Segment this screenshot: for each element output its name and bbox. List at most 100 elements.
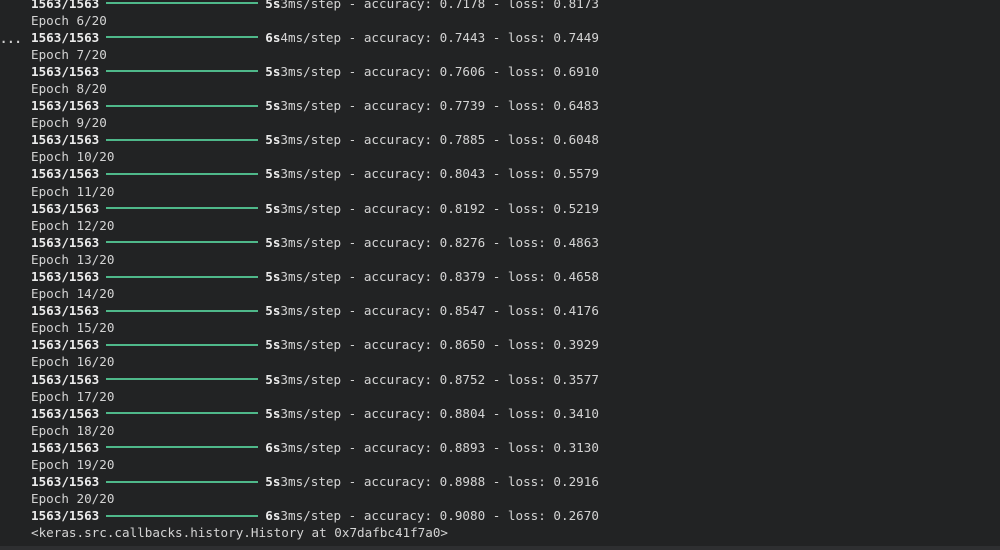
epoch-label: Epoch 7/20 — [31, 46, 107, 62]
accuracy-value: 0.7178 — [439, 0, 486, 11]
step-count: 1563/1563 — [31, 234, 100, 250]
time-per-step: 3ms/step — [280, 98, 342, 114]
epoch-header: Epoch 10/20 — [31, 148, 599, 165]
loss-label: loss: — [507, 29, 554, 45]
loss-value: 0.6910 — [553, 63, 599, 79]
time-per-step: 3ms/step — [280, 337, 342, 353]
separator: - — [485, 269, 508, 284]
progress-line: 1563/1563 5s 3ms/step - accuracy: 0.8276 … — [31, 234, 599, 251]
progress-line: 1563/1563 5s 3ms/step - accuracy: 0.8547 … — [31, 302, 599, 319]
loss-label: loss: — [507, 474, 554, 490]
epoch-label: Epoch 17/20 — [31, 388, 115, 404]
epoch-label: Epoch 11/20 — [31, 183, 115, 199]
epoch-time: 5s — [265, 405, 281, 421]
accuracy-value: 0.8804 — [439, 405, 486, 421]
accuracy-label: accuracy: — [363, 303, 440, 319]
progress-bar — [106, 138, 259, 141]
epoch-header: Epoch 8/20 — [31, 80, 599, 97]
time-per-step: 3ms/step — [280, 200, 342, 216]
separator: - — [485, 0, 508, 11]
time-per-step: 3ms/step — [280, 405, 342, 421]
accuracy-value: 0.8893 — [439, 439, 486, 455]
progress-line: 1563/1563 5s 3ms/step - accuracy: 0.8379 … — [31, 268, 599, 285]
time-per-step: 3ms/step — [280, 508, 342, 524]
separator: - — [485, 337, 508, 353]
time-per-step: 3ms/step — [280, 63, 342, 79]
epoch-time: 5s — [265, 63, 281, 79]
accuracy-label: accuracy: — [363, 98, 440, 114]
accuracy-value: 0.8752 — [439, 371, 486, 387]
step-count: 1563/1563 — [31, 98, 100, 114]
epoch-header: Epoch 12/20 — [31, 217, 599, 234]
separator: - — [485, 405, 508, 421]
separator: - — [341, 439, 364, 455]
accuracy-label: accuracy: — [363, 166, 440, 182]
accuracy-label: accuracy: — [363, 234, 440, 250]
epoch-label: Epoch 14/20 — [31, 286, 115, 302]
loss-value: 0.7449 — [553, 29, 599, 45]
separator: - — [485, 303, 508, 319]
accuracy-value: 0.8547 — [439, 303, 486, 319]
loss-label: loss: — [507, 132, 554, 148]
separator: - — [341, 166, 364, 182]
separator: - — [341, 234, 364, 250]
loss-value: 0.4863 — [553, 234, 599, 250]
epoch-label: Epoch 20/20 — [31, 491, 115, 507]
loss-label: loss: — [507, 200, 554, 216]
loss-label: loss: — [507, 371, 554, 387]
time-per-step: 3ms/step — [280, 439, 342, 455]
epoch-label: Epoch 9/20 — [31, 115, 107, 131]
output-menu-button[interactable]: ... — [0, 31, 22, 48]
separator: - — [485, 98, 508, 114]
epoch-time: 6s — [265, 508, 281, 524]
step-count: 1563/1563 — [31, 63, 100, 79]
progress-bar — [106, 104, 259, 107]
accuracy-label: accuracy: — [363, 337, 440, 353]
progress-line: 1563/1563 5s 3ms/step - accuracy: 0.7885 … — [31, 131, 599, 148]
epoch-label: Epoch 18/20 — [31, 422, 115, 438]
progress-bar — [106, 309, 259, 312]
separator: - — [341, 98, 364, 114]
time-per-step: 3ms/step — [280, 166, 342, 182]
accuracy-label: accuracy: — [363, 29, 440, 45]
loss-value: 0.5219 — [553, 200, 599, 216]
step-count: 1563/1563 — [31, 474, 100, 490]
accuracy-value: 0.8379 — [439, 269, 486, 284]
accuracy-label: accuracy: — [363, 405, 440, 421]
accuracy-value: 0.8650 — [439, 337, 486, 353]
progress-line: 1563/1563 6s 4ms/step - accuracy: 0.7443 … — [31, 29, 599, 46]
accuracy-label: accuracy: — [363, 132, 440, 148]
step-count: 1563/1563 — [31, 132, 100, 148]
epoch-time: 5s — [265, 337, 281, 353]
progress-bar — [106, 70, 259, 73]
loss-value: 0.3410 — [553, 405, 599, 421]
epoch-time: 5s — [265, 200, 281, 216]
epoch-time: 5s — [265, 303, 281, 319]
progress-bar — [106, 172, 259, 175]
loss-value: 0.3577 — [553, 371, 599, 387]
progress-line: 1563/1563 5s 3ms/step - accuracy: 0.8192 … — [31, 200, 599, 217]
loss-value: 0.4658 — [553, 269, 599, 284]
epoch-time: 5s — [265, 132, 281, 148]
epoch-header: Epoch 19/20 — [31, 456, 599, 473]
time-per-step: 3ms/step — [280, 269, 342, 284]
progress-bar — [106, 378, 259, 381]
separator: - — [341, 269, 364, 284]
separator: - — [341, 508, 364, 524]
step-count: 1563/1563 — [31, 269, 100, 284]
epoch-time: 5s — [265, 98, 281, 114]
accuracy-value: 0.8988 — [439, 474, 486, 490]
accuracy-value: 0.8276 — [439, 234, 486, 250]
step-count: 1563/1563 — [31, 337, 100, 353]
separator: - — [341, 303, 364, 319]
accuracy-value: 0.8043 — [439, 166, 486, 182]
progress-bar — [106, 241, 259, 244]
step-count: 1563/1563 — [31, 508, 100, 524]
separator: - — [341, 29, 364, 45]
accuracy-label: accuracy: — [363, 439, 440, 455]
step-count: 1563/1563 — [31, 0, 100, 11]
separator: - — [341, 200, 364, 216]
epoch-header: Epoch 15/20 — [31, 319, 599, 336]
progress-line: 1563/1563 5s 3ms/step - accuracy: 0.8804 … — [31, 405, 599, 422]
accuracy-value: 0.7739 — [439, 98, 486, 114]
